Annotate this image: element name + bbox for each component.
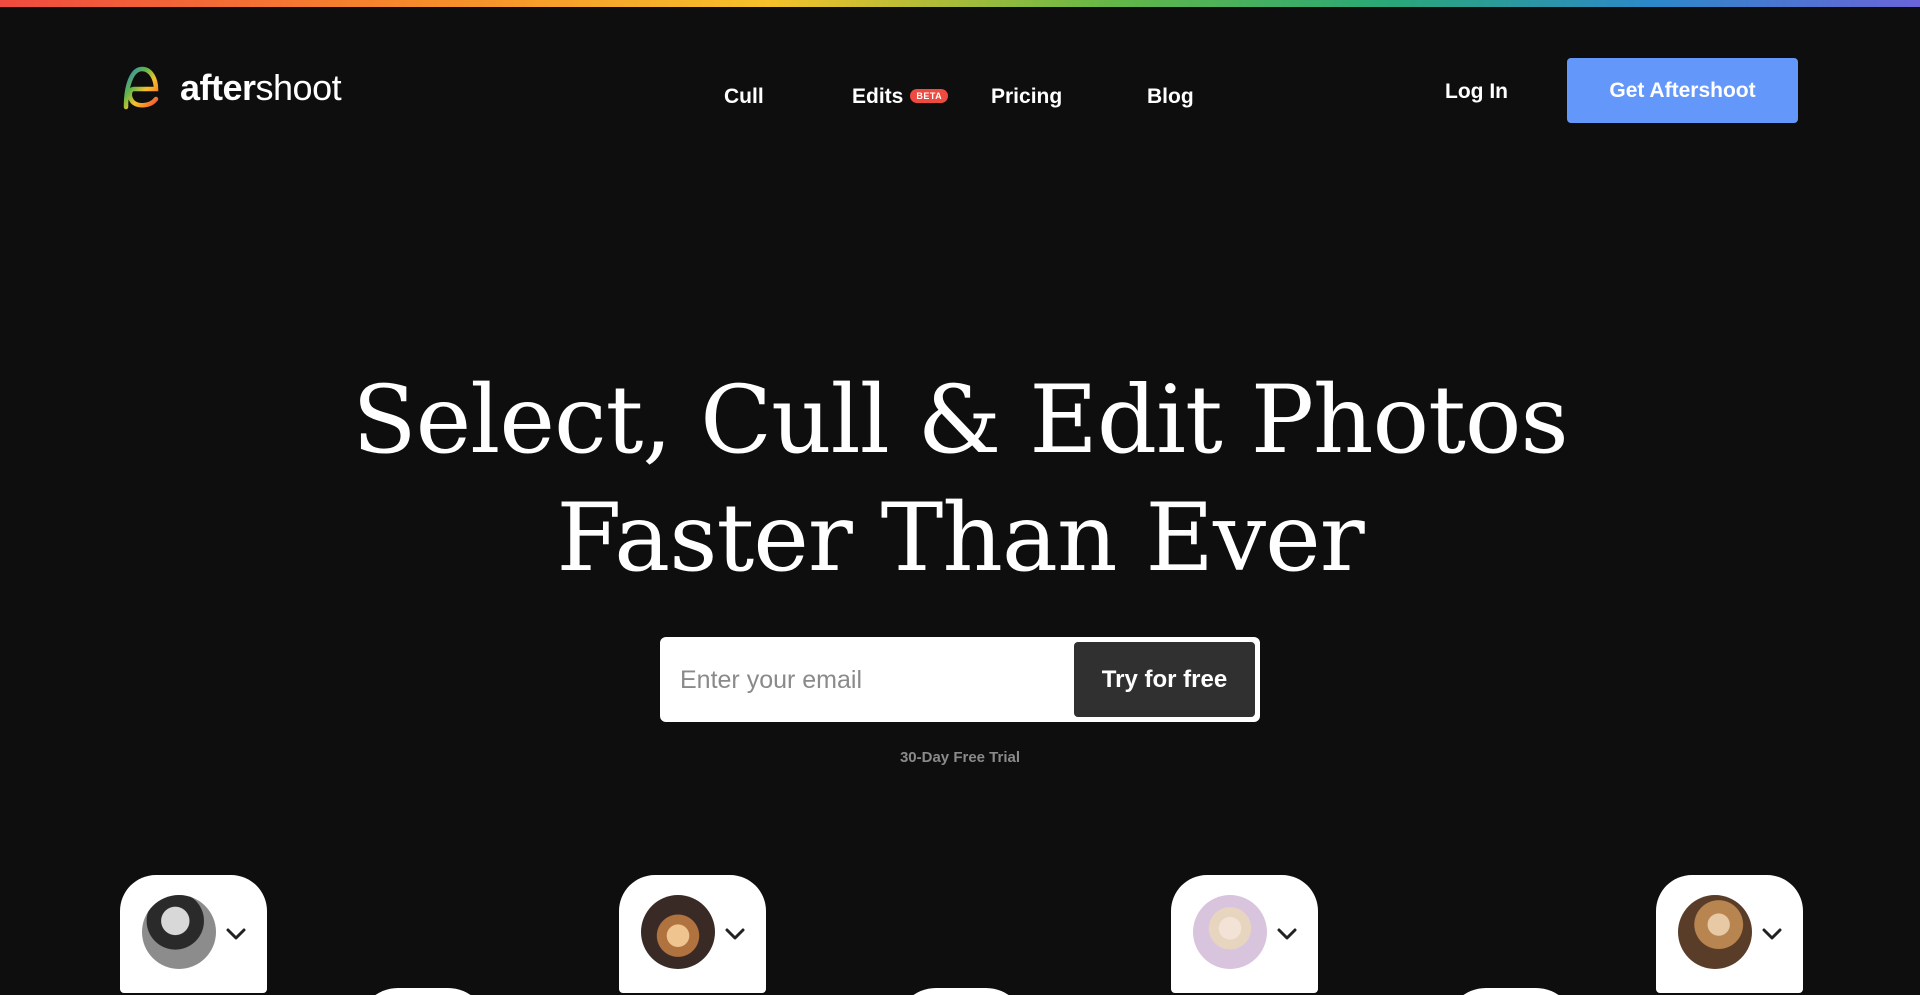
login-link[interactable]: Log In xyxy=(1445,80,1508,104)
chevron-down-icon xyxy=(725,928,745,940)
profile-card-1[interactable] xyxy=(120,875,267,993)
try-for-free-button[interactable]: Try for free xyxy=(1074,642,1255,717)
nav-cull-label: Cull xyxy=(724,85,764,108)
photographer-avatar-4 xyxy=(1678,895,1752,969)
nav-pricing[interactable]: Pricing xyxy=(991,85,1062,109)
beta-badge: BETA xyxy=(910,88,949,103)
email-input[interactable] xyxy=(680,657,1080,703)
brand-logo[interactable]: aftershoot xyxy=(120,65,342,111)
page: aftershoot Cull Edits BETA Pricing Blog L… xyxy=(0,0,1920,995)
profile-card-2[interactable] xyxy=(619,875,766,993)
trial-note: 30-Day Free Trial xyxy=(899,749,1021,766)
hero-title: Select, Cull & Edit Photos Faster Than E… xyxy=(0,362,1920,598)
hero-title-line-2: Faster Than Ever xyxy=(556,484,1364,593)
profile-card-peek-3 xyxy=(1446,988,1576,995)
photographer-avatar-1 xyxy=(142,895,216,969)
nav-pricing-label: Pricing xyxy=(991,85,1063,108)
profile-card-4[interactable] xyxy=(1656,875,1803,993)
aftershoot-logo-icon xyxy=(123,66,159,110)
photographer-avatar-2 xyxy=(641,895,715,969)
email-signup-form: Try for free xyxy=(660,637,1260,722)
get-aftershoot-button[interactable]: Get Aftershoot xyxy=(1567,58,1798,123)
nav-edits-label: Edits xyxy=(852,85,904,108)
chevron-down-icon xyxy=(1762,928,1782,940)
photographer-avatar-3 xyxy=(1193,895,1267,969)
brand-wordmark: aftershoot xyxy=(180,67,342,108)
nav-edits[interactable]: Edits BETA xyxy=(852,85,949,109)
nav-blog-label: Blog xyxy=(1147,85,1194,108)
nav-cull[interactable]: Cull xyxy=(724,85,764,109)
hero-title-line-1: Select, Cull & Edit Photos xyxy=(352,366,1568,475)
profile-card-peek-1 xyxy=(358,988,488,995)
profile-card-3[interactable] xyxy=(1171,875,1318,993)
nav-blog[interactable]: Blog xyxy=(1147,85,1194,109)
chevron-down-icon xyxy=(226,928,246,940)
rainbow-top-bar xyxy=(0,0,1920,7)
profile-card-peek-2 xyxy=(896,988,1026,995)
chevron-down-icon xyxy=(1277,928,1297,940)
